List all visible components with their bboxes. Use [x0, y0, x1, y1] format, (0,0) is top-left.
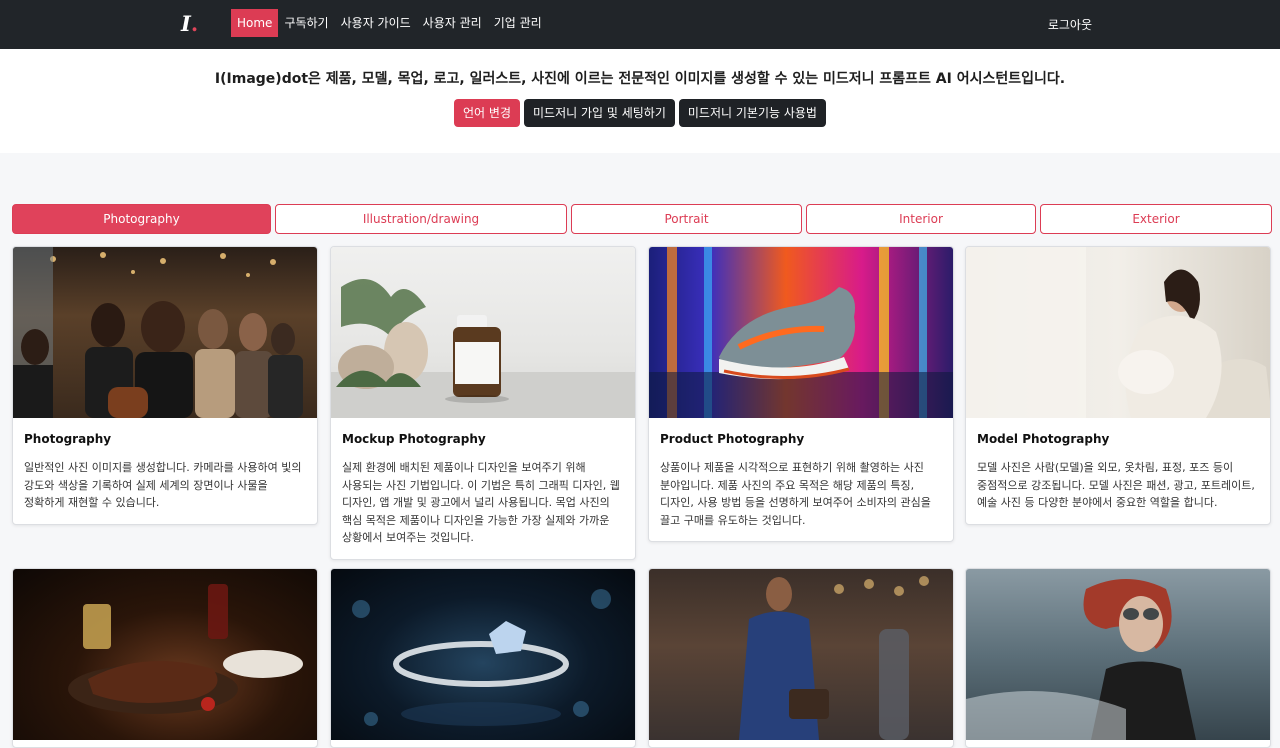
logo-dot: .	[190, 11, 199, 36]
card-image	[966, 569, 1270, 740]
card-title: Model Photography	[977, 432, 1110, 446]
office-group-photo	[13, 247, 303, 418]
card-image	[649, 569, 953, 740]
bottle-mockup-photo	[331, 279, 635, 418]
card-jewelry-photography[interactable]	[330, 568, 636, 748]
card-image	[966, 247, 1270, 418]
steak-photo	[68, 584, 303, 714]
fashion-woman-photo	[966, 579, 1196, 740]
nav-item-user-management[interactable]: 사용자 관리	[417, 9, 488, 37]
card-photography[interactable]: Photography 일반적인 사진 이미지를 생성합니다. 카메라를 사용하…	[12, 246, 318, 525]
hero-title: I(Image)dot은 제품, 모델, 목업, 로고, 일러스트, 사진에 이…	[214, 71, 1066, 87]
card-description: 일반적인 사진 이미지를 생성합니다. 카메라를 사용하여 빛의 강도와 색상을…	[24, 461, 302, 509]
card-mockup-photography[interactable]: Mockup Photography 실제 환경에 배치된 제품이나 디자인을 …	[330, 246, 636, 560]
tab-interior[interactable]: Interior	[806, 204, 1036, 234]
midjourney-basics-button[interactable]: 미드저니 기본기능 사용법	[678, 99, 826, 127]
card-image	[331, 247, 635, 418]
hero-section: I(Image)dot은 제품, 모델, 목업, 로고, 일러스트, 사진에 이…	[0, 49, 1280, 153]
nav-item-company-management[interactable]: 기업 관리	[488, 9, 548, 37]
street-man-photo	[739, 576, 929, 740]
logo[interactable]: I.	[181, 11, 198, 36]
midjourney-signup-button[interactable]: 미드저니 가입 및 세팅하기	[524, 99, 675, 127]
hero-buttons: 언어 변경 미드저니 가입 및 세팅하기 미드저니 기본기능 사용법	[0, 99, 1280, 127]
card-image	[331, 569, 635, 740]
card-description: 모델 사진은 사람(모델)을 외모, 옷차림, 표정, 포즈 등이 중점적으로 …	[977, 461, 1255, 509]
logout-link[interactable]: 로그아웃	[1048, 16, 1092, 33]
card-fashion-photography[interactable]	[965, 568, 1271, 748]
card-image	[649, 247, 953, 418]
card-title: Photography	[24, 432, 112, 446]
tab-photography[interactable]: Photography	[12, 204, 271, 234]
card-product-photography[interactable]: Product Photography 상품이나 제품을 시각적으로 표현하기 …	[648, 246, 954, 542]
tab-illustration[interactable]: Illustration/drawing	[275, 204, 567, 234]
change-language-button[interactable]: 언어 변경	[454, 99, 520, 127]
tab-exterior[interactable]: Exterior	[1040, 204, 1272, 234]
card-street-photography[interactable]	[648, 568, 954, 748]
tab-portrait[interactable]: Portrait	[571, 204, 802, 234]
card-model-photography[interactable]: Model Photography 모델 사진은 사람(모델)을 외모, 옷차림…	[965, 246, 1271, 525]
model-photo	[966, 247, 1270, 418]
nav-menu: Home 구독하기 사용자 가이드 사용자 관리 기업 관리	[231, 9, 548, 37]
logo-letter: I	[181, 11, 191, 36]
sneaker-product-photo	[649, 247, 953, 418]
card-food-photography[interactable]	[12, 568, 318, 748]
card-title: Mockup Photography	[342, 432, 486, 446]
nav-item-subscribe[interactable]: 구독하기	[278, 9, 334, 37]
ring-photo	[352, 589, 611, 726]
card-description: 실제 환경에 배치된 제품이나 디자인을 보여주기 위해 사용되는 사진 기법입…	[342, 461, 620, 544]
card-title: Product Photography	[660, 432, 805, 446]
nav-item-home[interactable]: Home	[231, 9, 279, 37]
card-image	[13, 569, 317, 740]
top-navbar: I. Home 구독하기 사용자 가이드 사용자 관리 기업 관리 로그아웃	[0, 0, 1280, 49]
nav-item-user-guide[interactable]: 사용자 가이드	[335, 9, 417, 37]
card-image	[13, 247, 317, 418]
category-tabs: Photography Illustration/drawing Portrai…	[12, 204, 1272, 235]
card-description: 상품이나 제품을 시각적으로 표현하기 위해 촬영하는 사진 분야입니다. 제품…	[660, 461, 931, 527]
